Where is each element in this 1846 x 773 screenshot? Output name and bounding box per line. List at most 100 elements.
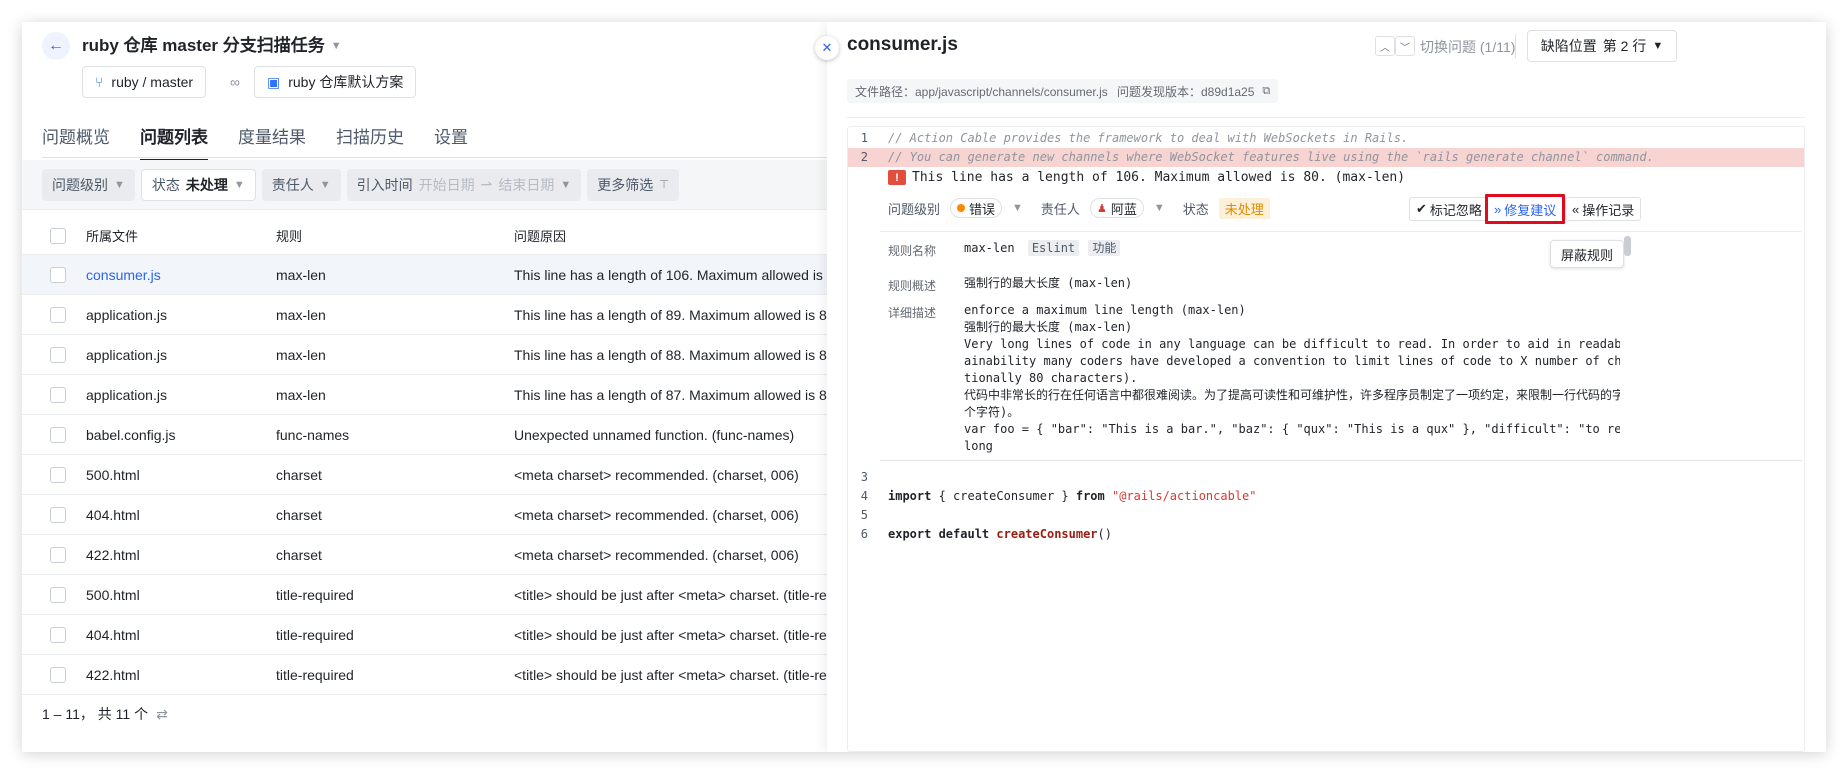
row-file[interactable]: application.js [86, 307, 276, 323]
chevron-down-icon[interactable]: ▼ [1154, 202, 1165, 214]
more-filters-button[interactable]: 更多筛选 ⊤ [587, 168, 679, 201]
row-checkbox[interactable] [50, 306, 66, 323]
row-rule: charset [276, 466, 322, 483]
severity-select[interactable]: 错误 [950, 198, 1003, 218]
copy-icon[interactable]: ⧉ [1262, 85, 1270, 98]
table-header: 所属文件 规则 问题原因 [22, 217, 827, 255]
assignee-filter[interactable]: 责任人 ▼ [261, 168, 341, 201]
chevron-up-icon[interactable]: ︿ [1375, 36, 1395, 56]
mark-ignore-button[interactable]: ✔ 标记忽略 [1409, 197, 1489, 221]
issue-properties: 问题级别 错误 ▼ 责任人 ♟ 阿蓝 ▼ 状态 未处理 [888, 195, 1270, 221]
date-range-filter[interactable]: 引入时间 开始日期 ⇀ 结束日期 ▼ [346, 168, 582, 201]
chevron-double-down-icon: » [1494, 201, 1502, 217]
tab-bar: 问题概览 问题列表 度量结果 扫描历史 设置 [42, 122, 827, 161]
row-checkbox[interactable] [50, 266, 66, 283]
branch-icon: ⑂ [95, 74, 104, 90]
row-file[interactable]: 422.html [86, 667, 276, 683]
table-row[interactable]: application.js max-len This line has a len… [22, 335, 827, 375]
detail-line: var foo = { "bar": "This is a bar.", "ba… [964, 422, 1620, 436]
detail-line: enforce a maximum line length (max-len) [964, 303, 1246, 317]
code-line: 1 // Action Cable provides the framework… [848, 129, 1804, 148]
row-rule: title-required [276, 586, 354, 603]
rule-name: max-len [964, 241, 1015, 255]
drawer-title: consumer.js [847, 34, 958, 55]
table-row[interactable]: 500.html title-required <title> should be … [22, 575, 827, 615]
refresh-icon[interactable]: ⇄ [156, 706, 168, 723]
tab-issue-list[interactable]: 问题列表 [140, 122, 208, 161]
table-row[interactable]: 404.html charset <meta charset> recommende… [22, 495, 827, 535]
table-row[interactable]: application.js max-len This line has a len… [22, 375, 827, 415]
start-date-placeholder[interactable]: 开始日期 [419, 175, 475, 195]
scheme-chip[interactable]: ▣ ruby 仓库默认方案 [254, 66, 417, 98]
row-reason: <title> should be just after <meta> char… [514, 666, 827, 683]
page-title[interactable]: ruby 仓库 master 分支扫描任务 ▼ [82, 31, 342, 61]
row-file[interactable]: application.js [86, 387, 276, 403]
close-icon[interactable]: ✕ [815, 36, 839, 60]
line-number: 4 [860, 489, 868, 503]
assignee-select[interactable]: ♟ 阿蓝 [1089, 198, 1144, 218]
rule-name-label: 规则名称 [888, 244, 937, 258]
code-viewer: 1 // Action Cable provides the framework… [847, 126, 1805, 752]
branch-label: ruby / master [111, 74, 194, 90]
row-file[interactable]: consumer.js [86, 267, 276, 283]
tab-overview[interactable]: 问题概览 [42, 122, 110, 157]
tab-metrics[interactable]: 度量结果 [238, 122, 306, 157]
link-icon: ∞ [230, 74, 240, 90]
version-text: 问题发现版本：d89d1a25 [1117, 84, 1255, 99]
rule-tag-function: 功能 [1088, 240, 1121, 256]
row-checkbox[interactable] [50, 426, 66, 443]
chevron-double-up-icon: « [1572, 201, 1580, 217]
row-file[interactable]: 404.html [86, 507, 276, 523]
rule-detail-panel: 规则名称 max-len Eslint 功能 规则概述 强制行的最大长度 (ma… [880, 231, 1802, 461]
row-reason: <meta charset> recommended. (charset, 00… [514, 506, 799, 523]
chevron-down-icon[interactable]: ▼ [1012, 202, 1023, 214]
chevron-down-icon: ▼ [233, 178, 245, 191]
chevron-down-icon[interactable]: ﹀ [1395, 36, 1415, 56]
table-row[interactable]: consumer.js max-len This line has a length… [22, 255, 827, 295]
scrollbar[interactable] [1624, 236, 1631, 256]
row-file[interactable]: 500.html [86, 467, 276, 483]
row-checkbox[interactable] [50, 546, 66, 563]
row-rule: max-len [276, 306, 326, 323]
table-row[interactable]: babel.config.js func-names Unexpected unna… [22, 415, 827, 455]
chevron-down-icon: ▼ [330, 40, 342, 52]
status-filter[interactable]: 状态 未处理 ▼ [140, 168, 256, 201]
detail-line: 强制行的最大长度 (max-len) [964, 320, 1133, 334]
row-file[interactable]: 422.html [86, 547, 276, 563]
row-file[interactable]: 500.html [86, 587, 276, 603]
row-checkbox[interactable] [50, 346, 66, 363]
assignee-value: 阿蓝 [1110, 201, 1137, 217]
table-row[interactable]: 422.html charset <meta charset> recommende… [22, 535, 827, 575]
back-arrow-icon[interactable]: ← [42, 32, 70, 60]
tab-scan-history[interactable]: 扫描历史 [336, 122, 404, 157]
row-file[interactable]: 404.html [86, 627, 276, 643]
shield-rule-button[interactable]: 屏蔽规则 [1550, 240, 1625, 268]
tab-settings[interactable]: 设置 [434, 122, 468, 157]
row-file[interactable]: application.js [86, 347, 276, 363]
operation-log-button[interactable]: « 操作记录 [1565, 197, 1642, 221]
row-checkbox[interactable] [50, 586, 66, 603]
row-checkbox[interactable] [50, 666, 66, 683]
code-text: // Action Cable provides the framework t… [888, 131, 1409, 145]
fix-suggestion-button[interactable]: » 修复建议 [1485, 194, 1566, 224]
row-file[interactable]: babel.config.js [86, 427, 276, 443]
row-checkbox[interactable] [50, 386, 66, 403]
line-number: 3 [860, 470, 868, 484]
defect-position-select[interactable]: 缺陷位置 第 2 行 ▼ [1527, 30, 1677, 62]
table-row[interactable]: 422.html title-required <title> should be … [22, 655, 827, 695]
row-checkbox[interactable] [50, 466, 66, 483]
table-row[interactable]: 500.html charset <meta charset> recommende… [22, 455, 827, 495]
app-window: ← ruby 仓库 master 分支扫描任务 ▼ ⑂ ruby / maste… [22, 22, 1826, 752]
table-body: consumer.js max-len This line has a length… [22, 255, 827, 695]
severity-filter[interactable]: 问题级别 ▼ [42, 168, 135, 201]
row-checkbox[interactable] [50, 506, 66, 523]
row-rule: charset [276, 546, 322, 563]
branch-chip[interactable]: ⑂ ruby / master [82, 66, 207, 98]
row-reason: This line has a length of 89. Maximum al… [514, 306, 827, 323]
select-all-checkbox[interactable] [50, 227, 66, 244]
end-date-placeholder[interactable]: 结束日期 [498, 175, 554, 195]
table-row[interactable]: 404.html title-required <title> should be … [22, 615, 827, 655]
row-checkbox[interactable] [50, 626, 66, 643]
table-row[interactable]: application.js max-len This line has a len… [22, 295, 827, 335]
detail-line: ainability many coders have developed a … [964, 354, 1620, 368]
